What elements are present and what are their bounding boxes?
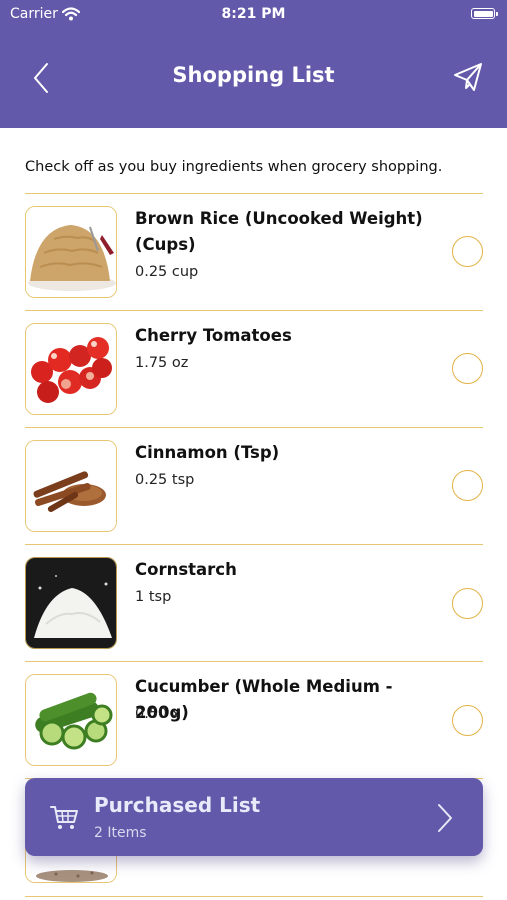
brown-rice-image [25,206,117,298]
list-item[interactable]: Cucumber (Whole Medium - 200g) 0.50 x [25,662,483,779]
intro-text: Check off as you buy ingredients when gr… [25,159,443,175]
check-circle[interactable] [452,236,483,267]
item-name: Cornstarch [135,560,237,579]
list-item[interactable]: Cinnamon (Tsp) 0.25 tsp [25,428,483,545]
purchased-list-button[interactable]: Purchased List 2 Items [25,778,483,856]
purchased-item-count: 2 Items [94,825,147,841]
item-quantity: 1 tsp [135,589,172,605]
item-quantity: 1.75 oz [135,355,189,371]
list-item[interactable]: Cherry Tomatoes 1.75 oz [25,311,483,428]
item-quantity: 0.25 cup [135,264,199,280]
item-name: Cherry Tomatoes [135,326,292,345]
purchased-list-title: Purchased List [94,793,261,817]
page-title: Shopping List [172,63,335,87]
check-circle[interactable] [452,353,483,384]
cinnamon-image [25,440,117,532]
check-circle[interactable] [452,705,483,736]
chevron-right-icon [437,803,453,837]
divider [25,896,483,897]
navigation-bar: Shopping List [0,30,507,128]
shopping-cart-icon [49,802,79,836]
item-quantity: 0.25 tsp [135,472,195,488]
cucumber-image [25,674,117,766]
item-name: Cinnamon (Tsp) [135,443,280,462]
list-item[interactable]: Brown Rice (Uncooked Weight) (Cups) 0.25… [25,194,483,311]
item-name: Brown Rice (Uncooked Weight) (Cups) [135,209,423,254]
check-circle[interactable] [452,470,483,501]
status-time: 8:21 PM [221,6,286,22]
list-item[interactable]: Cornstarch 1 tsp [25,545,483,662]
paper-plane-icon [454,63,482,91]
cornstarch-image [25,557,117,649]
check-circle[interactable] [452,588,483,619]
share-button[interactable] [451,60,485,94]
cherry-tomatoes-image [25,323,117,415]
battery-icon [471,8,498,19]
item-quantity: 0.50 x [135,706,181,722]
status-bar: Carrier 8:21 PM [0,0,507,30]
